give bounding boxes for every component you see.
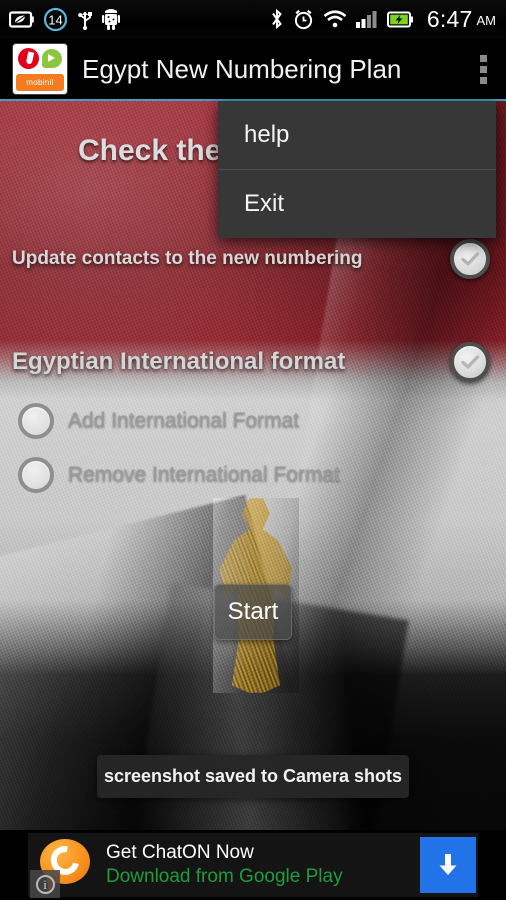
update-contacts-row[interactable]: Update contacts to the new numbering	[0, 239, 506, 279]
international-format-label: Egyptian International format	[12, 348, 346, 375]
ad-text-block: Get ChatON Now Download from Google Play	[106, 842, 343, 888]
battery-charging-icon	[386, 11, 413, 27]
radio-button-icon[interactable]	[18, 403, 54, 439]
app-title-bar: mobinil Egypt New Numbering Plan	[0, 38, 506, 100]
svg-text:14: 14	[48, 12, 62, 27]
start-button[interactable]: Start	[214, 584, 292, 640]
overflow-dot	[480, 65, 487, 73]
android-screen: 14 6:47 AM mobinil Egypt New Numbering P…	[0, 0, 506, 900]
info-icon: i	[35, 874, 55, 894]
ad-download-button[interactable]	[420, 837, 476, 893]
overflow-dot	[480, 54, 487, 62]
toast-message: screenshot saved to Camera shots	[97, 755, 409, 798]
ad-subline: Download from Google Play	[106, 866, 343, 887]
radio-add-label: Add International Format	[68, 409, 300, 432]
update-contacts-checkbox[interactable]	[450, 239, 490, 279]
logo-green-play-icon	[42, 49, 62, 68]
overflow-menu-button[interactable]	[472, 47, 488, 92]
ad-banner[interactable]: Get ChatON Now Download from Google Play…	[0, 830, 506, 900]
menu-item-exit[interactable]: Exit	[218, 170, 496, 238]
ad-headline: Get ChatON Now	[106, 842, 254, 863]
radio-button-icon[interactable]	[18, 457, 54, 493]
checkmark-icon	[461, 355, 480, 369]
page-title: Egypt New Numbering Plan	[82, 53, 402, 84]
notification-count-badge: 14	[43, 7, 68, 31]
radio-remove-international-format[interactable]: Remove International Format	[18, 457, 340, 493]
alarm-clock-icon	[294, 9, 313, 29]
overflow-dot	[480, 76, 487, 84]
cellular-signal-icon	[355, 11, 377, 28]
international-format-checkbox[interactable]	[450, 342, 490, 382]
update-contacts-label: Update contacts to the new numbering	[12, 248, 363, 269]
status-bar-clock: 6:47 AM	[427, 6, 496, 33]
menu-item-help[interactable]: help	[218, 101, 496, 169]
ad-info-button[interactable]: i	[30, 870, 60, 898]
international-format-row[interactable]: Egyptian International format	[0, 342, 506, 382]
status-bar-left-icons: 14	[0, 7, 120, 32]
download-arrow-icon	[439, 854, 457, 875]
wifi-icon	[323, 9, 347, 27]
status-bar-right-icons: 6:47 AM	[270, 6, 506, 33]
logo-brand-label: mobinil	[16, 74, 64, 91]
android-robot-icon	[102, 9, 120, 30]
radio-add-international-format[interactable]: Add International Format	[18, 403, 299, 439]
app-logo-icon: mobinil	[13, 44, 67, 94]
clock-time: 6:47	[426, 5, 473, 32]
status-bar: 14 6:47 AM	[0, 0, 506, 38]
usb-icon	[78, 12, 92, 30]
headline-text: Check the	[78, 134, 222, 167]
radio-remove-label: Remove International Format	[68, 463, 340, 486]
logo-red-quote-icon	[18, 48, 39, 69]
bluetooth-icon	[272, 8, 282, 30]
power-saving-battery-icon	[9, 10, 34, 28]
clock-ampm: AM	[476, 12, 497, 28]
ad-banner-inner[interactable]: Get ChatON Now Download from Google Play	[28, 833, 478, 897]
checkmark-icon	[461, 252, 480, 266]
overflow-menu: help Exit	[218, 101, 496, 238]
